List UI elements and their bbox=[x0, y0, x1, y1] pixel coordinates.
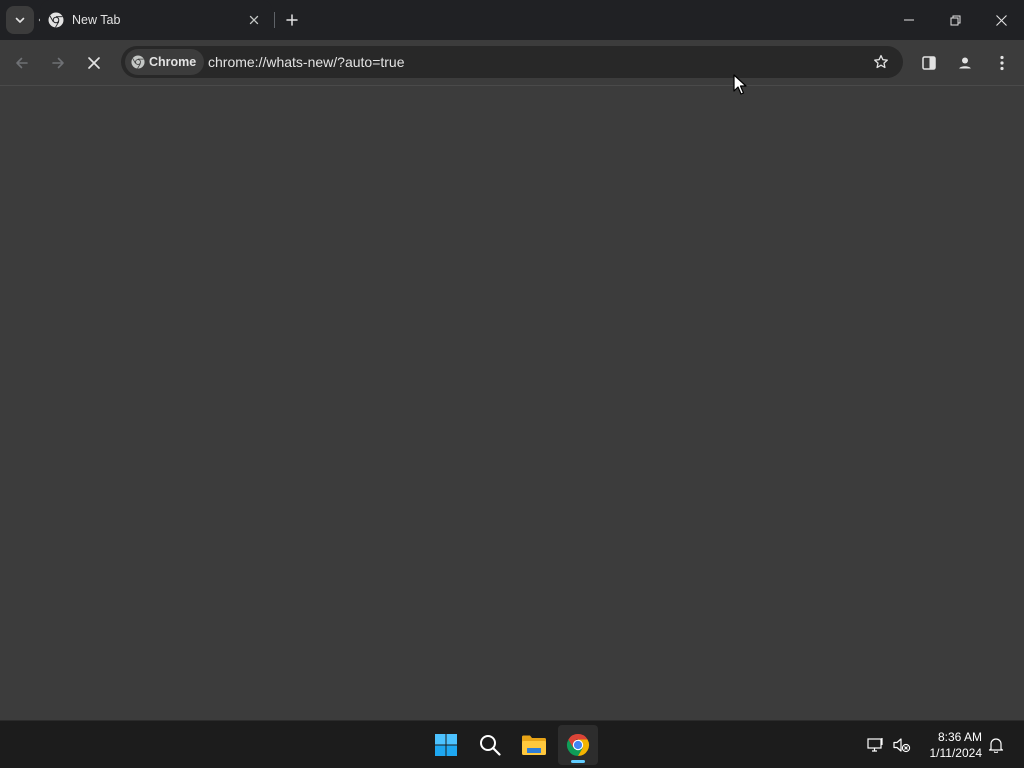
close-icon bbox=[249, 15, 259, 25]
site-info-chip[interactable]: Chrome bbox=[125, 49, 205, 75]
restore-button[interactable] bbox=[932, 0, 978, 40]
minimize-icon bbox=[904, 19, 914, 21]
bookmark-button[interactable] bbox=[871, 52, 891, 72]
chevron-down-icon bbox=[15, 17, 25, 23]
clock-time: 8:36 AM bbox=[937, 730, 982, 744]
close-window-button[interactable] bbox=[978, 0, 1024, 40]
menu-button[interactable] bbox=[987, 48, 1017, 78]
arrow-right-icon bbox=[52, 57, 64, 69]
tab-new-tab[interactable]: New Tab bbox=[40, 0, 272, 40]
minimize-button[interactable] bbox=[886, 0, 932, 40]
close-icon bbox=[995, 14, 1007, 26]
chrome-icon bbox=[566, 734, 590, 756]
back-button[interactable] bbox=[7, 48, 37, 78]
url-text[interactable]: chrome://whats-new/?auto=true bbox=[208, 54, 405, 70]
folder-icon bbox=[522, 735, 546, 755]
system-clock[interactable]: 8:36 AM 1/11/2024 bbox=[930, 729, 983, 761]
chrome-icon bbox=[48, 12, 64, 28]
windows-logo-icon bbox=[435, 734, 457, 756]
toolbar: Chrome chrome://whats-new/?auto=true bbox=[0, 40, 1024, 85]
chrome-taskbar-button[interactable] bbox=[558, 725, 598, 765]
taskbar-search-button[interactable] bbox=[470, 725, 510, 765]
address-bar[interactable]: Chrome chrome://whats-new/?auto=true bbox=[121, 46, 903, 78]
close-icon bbox=[88, 57, 100, 69]
network-tray-button[interactable] bbox=[866, 735, 886, 755]
active-app-indicator bbox=[571, 760, 585, 763]
person-icon bbox=[959, 57, 971, 69]
stop-button[interactable] bbox=[79, 48, 109, 78]
side-panel-button[interactable] bbox=[914, 48, 944, 78]
forward-button[interactable] bbox=[43, 48, 73, 78]
mouse-cursor-icon bbox=[733, 74, 747, 95]
kebab-menu-icon bbox=[1000, 55, 1004, 71]
taskbar: 8:36 AM 1/11/2024 bbox=[0, 720, 1024, 768]
restore-icon bbox=[950, 15, 960, 25]
tab-title: New Tab bbox=[72, 13, 121, 27]
network-icon bbox=[867, 738, 883, 752]
tab-close-button[interactable] bbox=[244, 10, 264, 30]
chip-label: Chrome bbox=[149, 55, 197, 69]
star-icon bbox=[874, 54, 888, 69]
search-icon bbox=[480, 735, 501, 756]
chrome-icon bbox=[131, 55, 145, 69]
new-tab-button[interactable] bbox=[280, 8, 304, 32]
profile-button[interactable] bbox=[950, 48, 980, 78]
plus-icon bbox=[286, 14, 298, 26]
tab-strip: New Tab bbox=[0, 0, 1024, 40]
chrome-window: New Tab Chrome chrome://whats-new/?auto=… bbox=[0, 0, 1024, 720]
file-explorer-button[interactable] bbox=[514, 725, 554, 765]
page-content[interactable] bbox=[0, 85, 1024, 720]
bell-icon bbox=[988, 738, 1004, 753]
notifications-button[interactable] bbox=[986, 735, 1006, 755]
volume-tray-button[interactable] bbox=[892, 735, 912, 755]
tab-separator bbox=[274, 12, 275, 28]
tab-search-button[interactable] bbox=[6, 6, 34, 34]
side-panel-icon bbox=[922, 56, 936, 70]
volume-muted-icon bbox=[893, 738, 911, 753]
start-button[interactable] bbox=[426, 725, 466, 765]
clock-date: 1/11/2024 bbox=[929, 746, 983, 760]
arrow-left-icon bbox=[16, 57, 28, 69]
